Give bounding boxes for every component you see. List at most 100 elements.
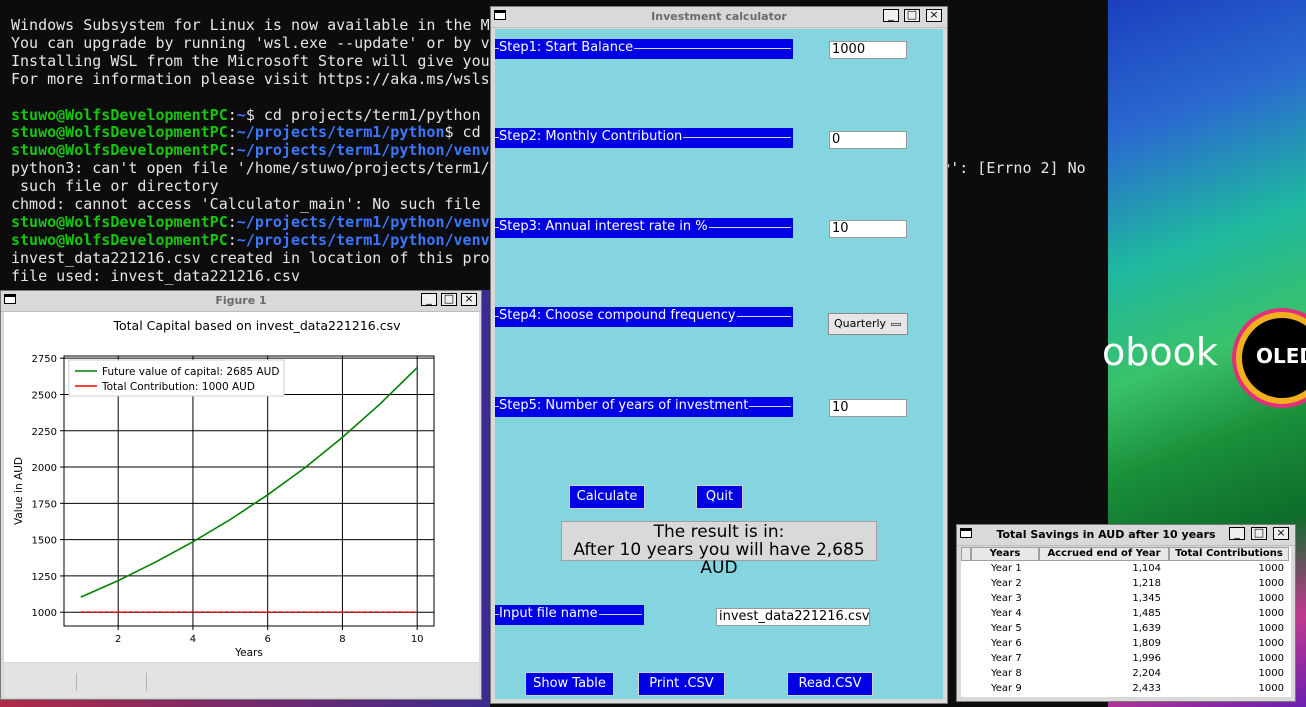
print-csv-button[interactable]: Print .CSV [638, 672, 725, 696]
input-file-label: Input file name [495, 605, 644, 625]
input-file-field[interactable]: invest_data221216.csv [716, 608, 870, 626]
savings-table-window[interactable]: Total Savings in AUD after 10 years _ □ … [956, 524, 1296, 702]
terminal-text-segment: file used: invest_data221216.csv [11, 266, 300, 285]
y-tick-label: 1000 [32, 608, 57, 619]
dropdown-indicator-icon [891, 323, 901, 326]
x-axis-label: Years [234, 647, 263, 659]
table-row[interactable]: Year 8 2,204 1000 [961, 666, 1291, 681]
figure-title: Figure 1 [215, 294, 267, 307]
terminal-text-segment: invest_data221216.csv created in locatio… [11, 248, 499, 267]
table-row[interactable]: Year 3 1,345 1000 [961, 591, 1291, 606]
calculator-body: Step1: Start Balance 1000 Step2: Monthly… [495, 29, 943, 699]
table-header-accrued[interactable]: Accrued end of Year [1039, 547, 1169, 561]
table-cell-accrued: 1,639 [1132, 623, 1161, 634]
terminal-text-segment: ~ [236, 105, 246, 124]
table-titlebar[interactable]: Total Savings in AUD after 10 years _ □ … [957, 525, 1295, 546]
terminal-text-segment: $ cd projects/term1/python [245, 105, 481, 124]
minimize-icon[interactable]: _ [1229, 527, 1245, 540]
y-axis-label: Value in AUD [13, 457, 25, 525]
table-row[interactable]: Year 5 1,639 1000 [961, 621, 1291, 636]
y-tick-label: 1750 [32, 499, 57, 510]
minimize-icon[interactable]: _ [421, 293, 437, 306]
terminal-text-segment: : [227, 212, 237, 231]
maximize-icon[interactable]: □ [904, 9, 920, 22]
minimize-icon[interactable]: _ [883, 9, 899, 22]
terminal-line: stuwo@WolfsDevelopmentPC:~$ cd projects/… [11, 106, 481, 124]
table-row[interactable]: Year 7 1,996 1000 [961, 651, 1291, 666]
table-title: Total Savings in AUD after 10 years [996, 528, 1216, 541]
close-icon[interactable]: × [461, 293, 477, 306]
table-header-spacer [961, 547, 971, 561]
start-balance-input[interactable]: 1000 [829, 41, 907, 59]
calculate-button[interactable]: Calculate [569, 485, 645, 509]
chart-title: Total Capital based on invest_data221216… [113, 318, 402, 333]
terminal-text-segment: For more information please visit https:… [11, 69, 499, 88]
result-label: The result is in: After 10 years you wil… [561, 521, 877, 577]
table-header-years[interactable]: Years [971, 547, 1039, 561]
table-cell-accrued: 2,204 [1132, 668, 1161, 679]
table-cell-contribution: 1000 [1258, 638, 1284, 649]
terminal-line: stuwo@WolfsDevelopmentPC:~/projects/term… [11, 213, 499, 231]
terminal-text-segment: : [227, 123, 237, 142]
show-table-button[interactable]: Show Table [525, 672, 614, 696]
window-menu-icon[interactable] [960, 528, 972, 538]
investment-calculator-window[interactable]: Investment calculator _ □ × Step1: Start… [490, 6, 948, 704]
terminal-text-segment: such file or directory [11, 177, 219, 196]
quit-button[interactable]: Quit [696, 485, 743, 509]
terminal-text-segment: stuwo@WolfsDevelopmentPC [11, 123, 228, 142]
maximize-icon[interactable]: □ [441, 293, 457, 306]
y-tick-label: 2000 [32, 463, 57, 474]
terminal-line: Windows Subsystem for Linux is now avail… [11, 16, 499, 34]
terminal-text-segment: ~/projects/term1/python [236, 123, 445, 142]
figure-toolbar [4, 663, 479, 697]
table-row[interactable]: Year 9 2,433 1000 [961, 681, 1291, 696]
compound-frequency-value: Quarterly [834, 317, 887, 330]
line-chart: 2 4 6 8 10 1000 1250 1500 1750 2000 2250 2500 2750 To… [13, 318, 435, 659]
x-tick-label: 6 [264, 634, 270, 645]
table-row[interactable]: Year 6 1,809 1000 [961, 636, 1291, 651]
interest-rate-input[interactable]: 10 [829, 220, 907, 238]
table-cell-contribution: 1000 [1258, 683, 1284, 694]
table-cell-accrued: 2,433 [1132, 683, 1161, 694]
read-csv-button[interactable]: Read.CSV [787, 672, 873, 696]
table-row[interactable]: Year 2 1,218 1000 [961, 576, 1291, 591]
terminal-text-segment: stuwo@WolfsDevelopmentPC [11, 212, 228, 231]
legend-label: Future value of capital: 2685 AUD [102, 366, 279, 378]
toolbar-separator [146, 673, 147, 691]
x-tick-label: 4 [190, 634, 196, 645]
wallpaper-brand-text: obook [1102, 330, 1218, 374]
compound-frequency-dropdown[interactable]: Quarterly [828, 313, 908, 335]
table-header-contributions[interactable]: Total Contributions [1169, 547, 1289, 561]
series-line-future-value [80, 367, 418, 598]
terminal-text-segment: ~/projects/term1/python/venv/ [236, 230, 499, 249]
close-icon[interactable]: × [926, 9, 942, 22]
calculator-titlebar[interactable]: Investment calculator _ □ × [491, 7, 947, 28]
x-tick-label: 10 [411, 634, 424, 645]
maximize-icon[interactable]: □ [1251, 527, 1267, 540]
step2-label: Step2: Monthly Contribution [495, 128, 793, 148]
savings-table[interactable]: Years Accrued end of Year Total Contribu… [961, 547, 1291, 697]
years-input[interactable]: 10 [829, 399, 907, 417]
figure-window[interactable]: Figure 1 _ □ × 2 4 6 8 10 1000 1250 1500 1750 200… [0, 290, 482, 700]
terminal-line: You can upgrade by running 'wsl.exe --up… [11, 34, 499, 52]
monthly-contribution-input[interactable]: 0 [829, 131, 907, 149]
terminal-text-segment: : [227, 141, 237, 160]
result-line1: The result is in: [653, 522, 785, 542]
figure-titlebar[interactable]: Figure 1 _ □ × [1, 291, 481, 312]
calculator-title: Investment calculator [651, 10, 787, 23]
close-icon[interactable]: × [1273, 527, 1289, 540]
terminal-text-segment: stuwo@WolfsDevelopmentPC [11, 230, 228, 249]
table-cell-accrued: 1,809 [1132, 638, 1161, 649]
terminal-text-segment: stuwo@WolfsDevelopmentPC [11, 105, 228, 124]
table-cell-contribution: 1000 [1258, 593, 1284, 604]
step3-label: Step3: Annual interest rate in % [495, 218, 793, 238]
terminal-line: invest_data221216.csv created in locatio… [11, 249, 499, 267]
table-row[interactable]: Year 4 1,485 1000 [961, 606, 1291, 621]
table-cell-contribution: 1000 [1258, 563, 1284, 574]
table-row[interactable]: Year 1 1,104 1000 [961, 561, 1291, 576]
terminal-line: For more information please visit https:… [11, 70, 499, 88]
x-tick-label: 8 [339, 634, 345, 645]
legend-label: Total Contribution: 1000 AUD [101, 381, 255, 393]
step5-label: Step5: Number of years of investment [495, 397, 793, 417]
terminal-text-segment: You can upgrade by running 'wsl.exe --up… [11, 33, 499, 52]
